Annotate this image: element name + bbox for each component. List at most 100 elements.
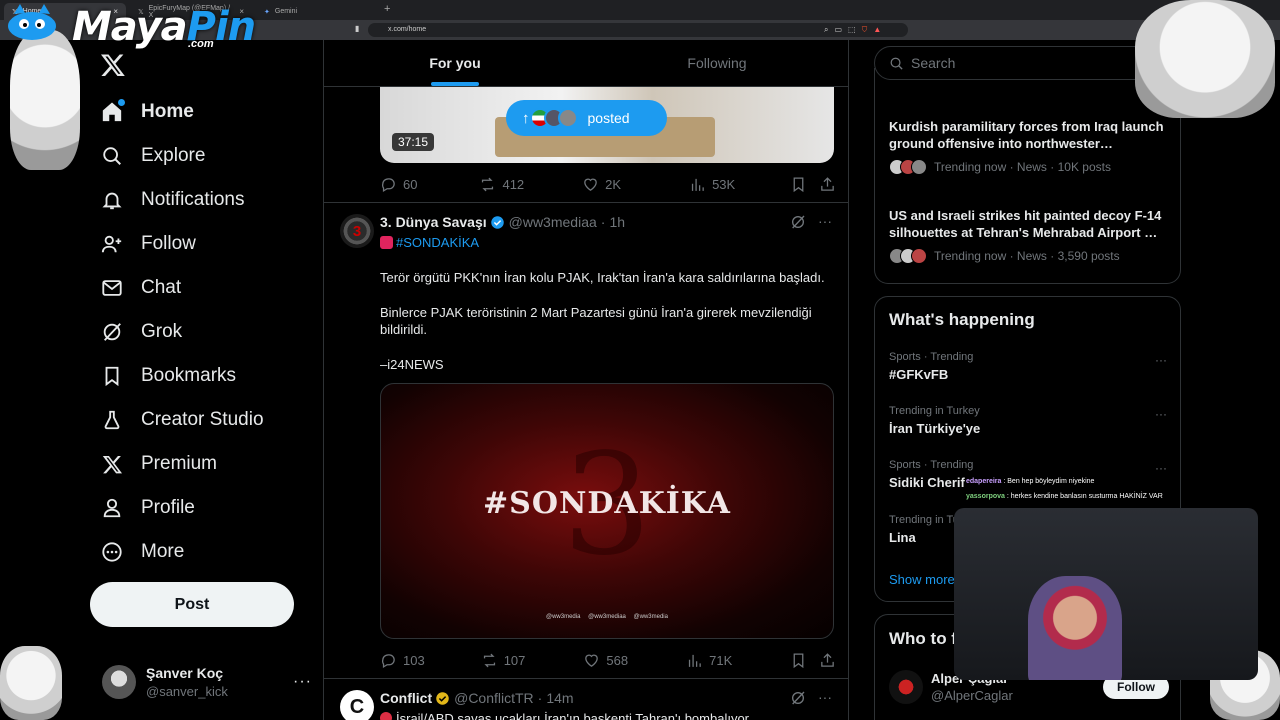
show-more-link[interactable]: Show more: [889, 572, 955, 587]
person-icon: [100, 496, 124, 520]
grok-icon[interactable]: [790, 690, 806, 706]
views-button[interactable]: 53K: [689, 176, 735, 193]
nav-label: Bookmarks: [141, 365, 237, 386]
repost-button[interactable]: 412: [479, 176, 524, 193]
reply-icon: [382, 653, 395, 668]
chat-username: yassorpova: [966, 493, 1005, 500]
zoom-icon[interactable]: ⌕: [824, 25, 834, 34]
author-handle[interactable]: @ConflictTR: [454, 690, 534, 706]
author-handle[interactable]: @ww3mediaa: [509, 214, 597, 230]
account-switcher[interactable]: Şanver Koç @sanver_kick ···: [102, 660, 312, 704]
tweet-time[interactable]: 14m: [546, 690, 573, 706]
nav-home[interactable]: Home: [90, 90, 310, 134]
repost-icon: [482, 177, 494, 191]
nav-profile[interactable]: Profile: [90, 486, 310, 530]
rewards-icon[interactable]: ▲: [873, 25, 887, 34]
avatar: [102, 665, 136, 699]
news-item[interactable]: Kurdish paramilitary forces from Iraq la…: [889, 118, 1169, 175]
more-horizontal-icon[interactable]: ···: [1155, 461, 1167, 475]
view-count: 71K: [709, 652, 733, 668]
nav-label: Notifications: [141, 189, 245, 210]
more-horizontal-icon[interactable]: ···: [1155, 353, 1167, 367]
chat-text: : Ben hep böyleydim niyekine: [1003, 478, 1095, 485]
tweet-actions: 60 412 2K 53K: [380, 174, 836, 194]
nav-bookmarks[interactable]: Bookmarks: [90, 354, 310, 398]
tweet-text: İsrail/ABD savaş uçakları İran'ın başken…: [396, 711, 752, 720]
tweet-actions: 103 107 568 71K: [380, 650, 836, 670]
add-person-icon: [100, 232, 124, 256]
bookmark-button[interactable]: [790, 652, 807, 669]
hashtag-link[interactable]: #SONDAKİKA: [396, 235, 479, 250]
tweet-time[interactable]: 1h: [609, 214, 625, 230]
more-horizontal-icon[interactable]: ···: [1155, 407, 1167, 421]
avatar[interactable]: 3: [340, 214, 374, 248]
tweet-text-line: İsrail/ABD savaş uçakları İran'ın başken…: [380, 710, 836, 720]
like-button[interactable]: 568: [583, 652, 628, 669]
post-button[interactable]: Post: [90, 582, 294, 627]
bookmark-button[interactable]: [790, 176, 807, 193]
brand-text: Maya: [72, 4, 188, 50]
grok-icon[interactable]: [790, 214, 806, 230]
news-title: US and Israeli strikes hit painted decoy…: [889, 208, 1162, 240]
nav-more[interactable]: More: [90, 530, 310, 574]
author-name[interactable]: 3. Dünya Savaşı: [380, 214, 487, 230]
nav-notifications[interactable]: Notifications: [90, 178, 310, 222]
tab-following[interactable]: Following: [586, 40, 848, 86]
avatar: [911, 159, 927, 175]
image-footer: @ww3media @ww3mediaa @ww3media: [546, 614, 668, 620]
browser-tab-label: Gemini: [274, 8, 298, 15]
more-horizontal-icon[interactable]: ···: [293, 673, 312, 691]
share-button[interactable]: [819, 652, 836, 669]
like-count: 568: [606, 652, 629, 668]
like-button[interactable]: 2K: [582, 176, 621, 193]
tab-for-you[interactable]: For you: [324, 40, 586, 86]
news-card: Kurdish paramilitary forces from Iraq la…: [874, 68, 1181, 284]
more-horizontal-icon[interactable]: ···: [818, 214, 832, 230]
nav-label: Profile: [141, 497, 195, 518]
views-button[interactable]: 71K: [686, 652, 732, 669]
tweet-image[interactable]: 3 #SONDAKİKA @ww3media @ww3mediaa @ww3me…: [380, 383, 834, 639]
screenshot-icon[interactable]: ▭: [834, 25, 848, 34]
avatar[interactable]: C: [340, 690, 374, 720]
more-horizontal-icon[interactable]: ···: [818, 690, 832, 706]
trend-item[interactable]: Trending in Turkey İran Türkiye'ye ···: [889, 405, 1167, 436]
share-icon: [821, 652, 834, 667]
trend-item[interactable]: Sports · Trending #GFKvFB ···: [889, 351, 1167, 382]
heart-icon: [585, 654, 599, 667]
nav-label: Follow: [141, 233, 196, 254]
news-item[interactable]: US and Israeli strikes hit painted decoy…: [889, 207, 1169, 264]
nav-grok[interactable]: Grok: [90, 310, 310, 354]
trend-category: Sports · Trending: [889, 459, 974, 471]
repost-button[interactable]: 107: [481, 652, 525, 669]
verified-badge-icon: [490, 215, 504, 229]
news-meta: Trending now · News · 3,590 posts: [934, 249, 1120, 263]
share-icon[interactable]: ⬚: [848, 25, 862, 34]
x-logo-icon[interactable]: [100, 52, 126, 78]
browser-tab-gemini[interactable]: ✦ Gemini: [256, 3, 378, 20]
cat-sticker-overlay: [10, 30, 80, 170]
bookmark-icon: [793, 652, 804, 668]
reply-button[interactable]: 60: [380, 176, 417, 193]
nav-chat[interactable]: Chat: [90, 266, 310, 310]
card-title: What's happening: [889, 310, 1035, 329]
timeline-column: For you Following ↑ posted 37:15 60 412 …: [323, 40, 849, 720]
bookmark-page-icon[interactable]: ▮: [355, 24, 359, 33]
reply-button[interactable]: 103: [380, 652, 425, 669]
author-name[interactable]: Conflict: [380, 690, 432, 706]
new-tab-button[interactable]: +: [384, 3, 390, 20]
siren-emoji-icon: [380, 236, 393, 249]
new-posts-pill[interactable]: ↑ posted: [506, 100, 667, 136]
bookmark-icon: [793, 176, 804, 192]
nav-explore[interactable]: Explore: [90, 134, 310, 178]
nav-creator-studio[interactable]: Creator Studio: [90, 398, 310, 442]
tweet-header: 3. Dünya Savaşı @ww3mediaa · 1h: [380, 214, 625, 230]
nav-label: Premium: [141, 453, 218, 474]
brave-shield-icon[interactable]: ⛉: [862, 25, 874, 34]
brand-suffix: .com: [188, 38, 214, 50]
nav-premium[interactable]: Premium: [90, 442, 310, 486]
nav-label: Grok: [141, 321, 183, 342]
chat-username: edapereira: [966, 478, 1002, 485]
nav-follow[interactable]: Follow: [90, 222, 310, 266]
heart-icon: [584, 178, 597, 191]
share-button[interactable]: [819, 176, 836, 193]
